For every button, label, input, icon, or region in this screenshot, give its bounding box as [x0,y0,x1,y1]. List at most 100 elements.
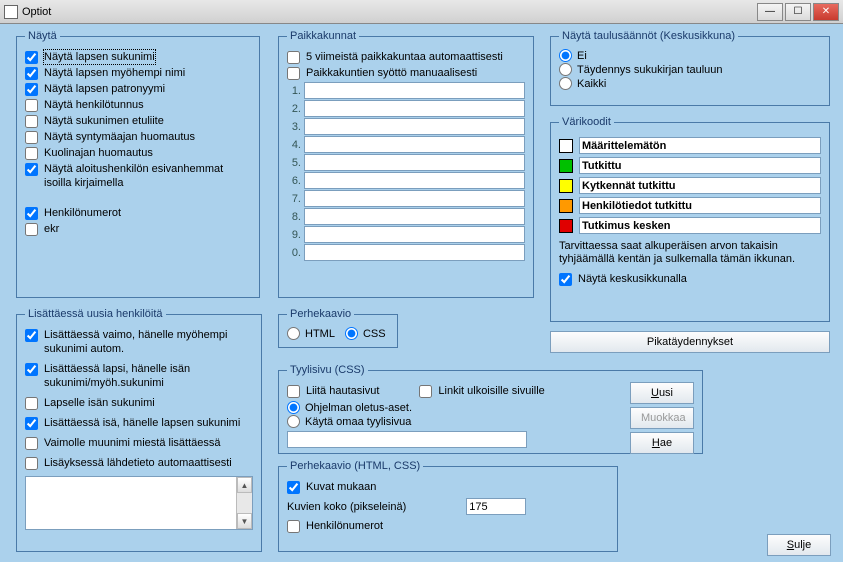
lisat-checkbox-1[interactable] [25,363,38,376]
kuvat-label: Kuvat mukaan [306,480,376,494]
varikoodi-note: Tarvittaessa saat alkuperäisen arvon tak… [559,240,821,266]
lisat-label-1: Lisättäessä lapsi, hänelle isän sukunimi… [44,362,253,390]
tyyli-opt-label-1: Käytä omaa tyylisivua [305,416,411,428]
hae-button[interactable]: Hae [630,432,694,454]
paik-input-3[interactable] [304,136,525,153]
nayta-extra-label-1: ekr [44,222,59,236]
perhe2-group: Perhekaavio (HTML, CSS) Kuvat mukaan Kuv… [278,460,618,552]
taulu-opt-label-2: Kaikki [577,78,606,90]
color-label-input-2[interactable] [579,177,821,194]
color-swatch-4[interactable] [559,219,573,233]
color-swatch-0[interactable] [559,139,573,153]
paik-input-5[interactable] [304,172,525,189]
taulu-opt-label-1: Täydennys sukukirjan tauluun [577,64,723,76]
lisat-checkbox-2[interactable] [25,397,38,410]
paik-input-2[interactable] [304,118,525,135]
nayta-group: Näytä Näytä lapsen sukunimiNäytä lapsen … [16,30,260,298]
pika-button[interactable]: Pikatäydennykset [550,331,830,353]
lisat-group: Lisättäessä uusia henkilöitä Lisättäessä… [16,308,262,552]
nayta-label-5: Näytä syntymäajan huomautus [44,130,195,144]
uusi-button[interactable]: Uusi [630,382,694,404]
taulu-radio-0[interactable] [559,49,572,62]
paik-top-label-1: Paikkakuntien syöttö manuaalisesti [306,66,477,80]
minimize-button[interactable]: — [757,3,783,21]
paik-input-9[interactable] [304,244,525,261]
color-label-input-3[interactable] [579,197,821,214]
window-title: Optiot [22,6,757,18]
nayta-checkbox-3[interactable] [25,99,38,112]
taulu-radio-2[interactable] [559,77,572,90]
paik-top-checkbox-1[interactable] [287,67,300,80]
liita-checkbox[interactable] [287,385,300,398]
show-center-label: Näytä keskusikkunalla [578,272,687,286]
paik-input-7[interactable] [304,208,525,225]
paik-num-9: 0. [287,247,301,259]
nayta-checkbox-0[interactable] [25,51,38,64]
nayta-checkbox-4[interactable] [25,115,38,128]
maximize-button[interactable]: ☐ [785,3,811,21]
taulu-group: Näytä taulusäännöt (Keskusikkuna) Ei Täyd… [550,30,830,106]
show-center-checkbox[interactable] [559,273,572,286]
nayta-checkbox-5[interactable] [25,131,38,144]
paik-input-6[interactable] [304,190,525,207]
liita-label: Liitä hautasivut [306,384,379,398]
kuvat-checkbox[interactable] [287,481,300,494]
tyyli-path-input[interactable] [287,431,527,448]
nayta-label-4: Näytä sukunimen etuliite [44,114,164,128]
nayta-label-0: Näytä lapsen sukunimi [44,50,155,64]
color-label-input-1[interactable] [579,157,821,174]
lisat-legend: Lisättäessä uusia henkilöitä [25,308,166,320]
perhe-radio-1[interactable] [345,327,358,340]
paik-input-0[interactable] [304,82,525,99]
sulje-button[interactable]: Sulje [767,534,831,556]
paik-input-4[interactable] [304,154,525,171]
paik-input-1[interactable] [304,100,525,117]
nayta-checkbox-7[interactable] [25,163,38,176]
color-swatch-1[interactable] [559,159,573,173]
linkit-checkbox[interactable] [419,385,432,398]
lisat-label-2: Lapselle isän sukunimi [44,396,155,410]
color-label-input-0[interactable] [579,137,821,154]
muokkaa-button[interactable]: Muokkaa [630,407,694,429]
lisat-checkbox-5[interactable] [25,457,38,470]
color-swatch-3[interactable] [559,199,573,213]
lisat-listbox[interactable]: ▲ ▼ [25,476,253,530]
nayta-extra-checkbox-0[interactable] [25,207,38,220]
color-swatch-2[interactable] [559,179,573,193]
nayta-checkbox-1[interactable] [25,67,38,80]
paikkakunnat-group: Paikkakunnat 5 viimeistä paikkakuntaa au… [278,30,534,298]
perhe-radio-0[interactable] [287,327,300,340]
koko-input[interactable] [466,498,526,515]
nayta-extra-label-0: Henkilönumerot [44,206,121,220]
nayta-label-1: Näytä lapsen myöhempi nimi [44,66,185,80]
scroll-down-icon[interactable]: ▼ [237,513,252,529]
nayta-extra-checkbox-1[interactable] [25,223,38,236]
taulu-opt-label-0: Ei [577,50,587,62]
paik-num-7: 8. [287,211,301,223]
nayta-checkbox-2[interactable] [25,83,38,96]
close-button[interactable]: ✕ [813,3,839,21]
taulu-legend: Näytä taulusäännöt (Keskusikkuna) [559,30,738,42]
tyyli-radio-1[interactable] [287,415,300,428]
paik-input-8[interactable] [304,226,525,243]
henk-checkbox[interactable] [287,520,300,533]
paikkakunnat-legend: Paikkakunnat [287,30,359,42]
scrollbar[interactable]: ▲ ▼ [236,477,252,529]
nayta-label-3: Näytä henkilötunnus [44,98,144,112]
paik-num-0: 1. [287,85,301,97]
taulu-radio-1[interactable] [559,63,572,76]
paik-top-checkbox-0[interactable] [287,51,300,64]
paik-top-label-0: 5 viimeistä paikkakuntaa automaattisesti [306,50,503,64]
lisat-label-5: Lisäyksessä lähdetieto automaattisesti [44,456,232,470]
scroll-up-icon[interactable]: ▲ [237,477,252,493]
lisat-checkbox-0[interactable] [25,329,38,342]
perhe-group: Perhekaavio HTMLCSS [278,308,398,348]
tyyli-radio-0[interactable] [287,401,300,414]
lisat-checkbox-4[interactable] [25,437,38,450]
tyyli-opt-label-0: Ohjelman oletus-aset. [305,402,412,414]
paik-num-1: 2. [287,103,301,115]
nayta-checkbox-6[interactable] [25,147,38,160]
color-label-input-4[interactable] [579,217,821,234]
lisat-checkbox-3[interactable] [25,417,38,430]
varikoodi-group: Värikoodit Tarvittaessa saat alkuperäise… [550,116,830,322]
